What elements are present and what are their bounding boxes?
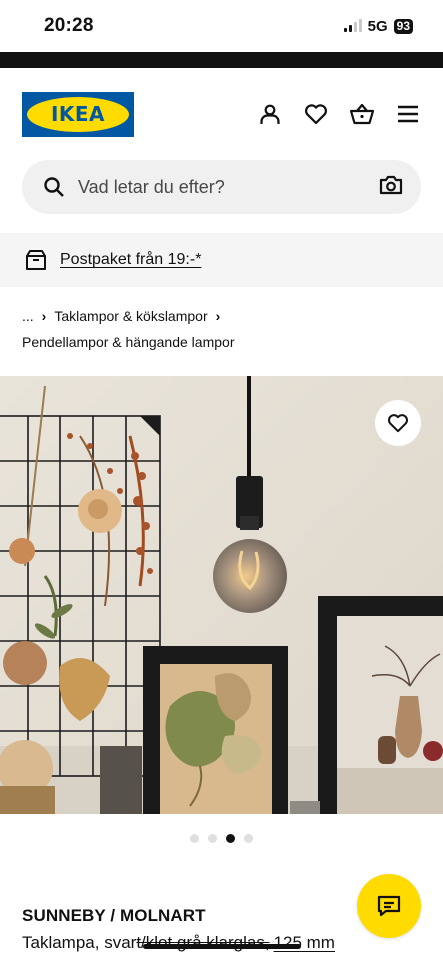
signal-icon (343, 19, 362, 32)
status-indicators: 5G 93 (343, 17, 413, 35)
chat-icon (377, 895, 401, 917)
logo-text: IKEA (50, 102, 106, 126)
product-size-link[interactable]: 125 mm (274, 933, 335, 952)
heart-icon[interactable] (303, 101, 329, 127)
menu-icon[interactable] (395, 101, 421, 127)
network-label: 5G (367, 17, 388, 35)
delivery-promo-link[interactable]: Postpaket från 19:-* (60, 251, 201, 269)
battery-icon: 93 (393, 18, 413, 34)
header-actions (257, 101, 421, 127)
breadcrumb-current[interactable]: Pendellampor & hängande lampor (22, 329, 421, 355)
chevron-right-icon: › (215, 308, 221, 324)
breadcrumb-ellipsis[interactable]: ... (22, 303, 34, 329)
camera-icon[interactable] (379, 174, 403, 201)
product-description-struck: t/klot grå klarglas, (136, 933, 270, 952)
breadcrumb: ... › Taklampor & kökslampor › Pendellam… (0, 287, 443, 355)
delivery-promo[interactable]: Postpaket från 19:-* (0, 233, 443, 287)
site-header: IKEA (0, 68, 443, 160)
home-indicator (143, 944, 301, 949)
product-description: Taklampa, svart/klot grå klarglas, 125 mm (22, 933, 335, 953)
search-icon (42, 175, 66, 199)
basket-icon[interactable] (349, 101, 375, 127)
search-container: Vad letar du efter? (0, 160, 443, 214)
chevron-right-icon: › (41, 308, 47, 324)
ikea-logo[interactable]: IKEA (22, 91, 134, 137)
product-description-text: Taklampa, svar (22, 933, 137, 952)
gallery-pagination (0, 834, 443, 843)
chat-button[interactable] (357, 874, 421, 938)
heart-icon (388, 414, 408, 433)
gallery-dot[interactable] (208, 834, 217, 843)
top-divider (0, 52, 443, 68)
gallery-dot[interactable] (190, 834, 199, 843)
search-bar[interactable]: Vad letar du efter? (22, 160, 421, 214)
search-input[interactable]: Vad letar du efter? (78, 177, 379, 198)
product-name[interactable]: SUNNEBY / MOLNART (22, 906, 206, 926)
gallery-dot-active[interactable] (226, 834, 235, 843)
package-icon (25, 249, 47, 271)
status-bar: 20:28 5G 93 (0, 0, 443, 52)
user-icon[interactable] (257, 101, 283, 127)
gallery-dot[interactable] (244, 834, 253, 843)
breadcrumb-item-ceiling-lamps[interactable]: Taklampor & kökslampor (54, 303, 207, 329)
save-favorite-button[interactable] (375, 400, 421, 446)
product-image[interactable] (0, 376, 443, 814)
status-time: 20:28 (44, 15, 94, 36)
